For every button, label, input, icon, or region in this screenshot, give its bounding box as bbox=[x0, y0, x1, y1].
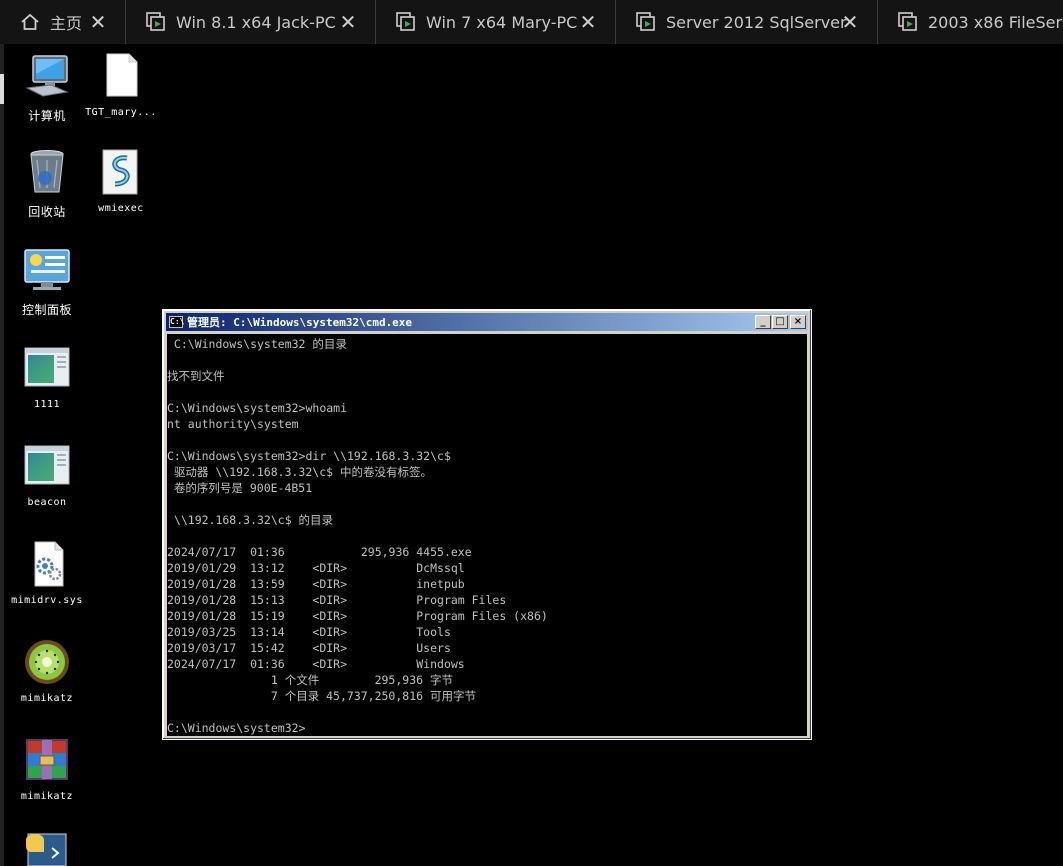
console-output[interactable]: C:\Windows\system32 的目录 找不到文件 C:\Windows\s… bbox=[167, 334, 807, 736]
console-line: C:\Windows\system32> bbox=[167, 721, 306, 735]
console-text: C:\Windows\system32 的目录 找不到文件 C:\Windows\s… bbox=[167, 334, 807, 736]
console-line: 2024/07/17 01:36 <DIR> Windows bbox=[167, 657, 465, 671]
desktop-icon-label: wmiexec bbox=[98, 203, 144, 214]
console-line: 2019/01/28 15:13 <DIR> Program Files bbox=[167, 593, 507, 607]
desktop-left-edge bbox=[0, 44, 4, 866]
home-icon bbox=[21, 13, 39, 30]
console-line: nt authority\system bbox=[167, 417, 299, 431]
exe-window-icon bbox=[24, 445, 70, 485]
tab-bar: 主页 ✕ Win 8.1 x64 Jack-PC ✕ Win 7 x64 Mar… bbox=[0, 0, 1063, 44]
file-icon bbox=[106, 53, 138, 97]
computer-icon bbox=[25, 55, 69, 97]
control-panel-icon bbox=[24, 249, 70, 290]
desktop-icon-beacon[interactable]: beacon bbox=[7, 442, 87, 508]
tab-jack-pc[interactable]: Win 8.1 x64 Jack-PC ✕ bbox=[126, 0, 376, 44]
tab-fileserver[interactable]: 2003 x86 FileServer bbox=[878, 0, 1063, 44]
desktop-icon-control-panel[interactable]: 控制面板 bbox=[7, 246, 87, 318]
desktop-icon-label: 1111 bbox=[33, 399, 61, 410]
tab-label: Server 2012 SqlServer bbox=[666, 12, 847, 32]
maximize-button[interactable]: □ bbox=[772, 315, 788, 329]
console-line: C:\Windows\system32>dir \\192.168.3.32\c… bbox=[167, 449, 451, 463]
console-line: 2019/03/17 15:42 <DIR> Users bbox=[167, 641, 451, 655]
desktop-icon-label: 控制面板 bbox=[21, 303, 72, 317]
vm-icon bbox=[636, 12, 655, 31]
vm-icon bbox=[396, 12, 415, 31]
desktop-icon-1111[interactable]: 1111 bbox=[7, 344, 87, 410]
cmd-window[interactable]: C:\ 管理员: C:\Windows\system32\cmd.exe _ □… bbox=[162, 309, 812, 740]
console-line: 卷的序列号是 900E-4B51 bbox=[167, 481, 313, 495]
tab-home[interactable]: 主页 ✕ bbox=[0, 0, 126, 44]
desktop-icon-label: mimikatz bbox=[20, 693, 74, 704]
exe-window-icon bbox=[24, 347, 70, 387]
kiwi-icon bbox=[25, 640, 69, 684]
tab-label: 主页 bbox=[50, 14, 83, 33]
tab-label: Win 7 x64 Mary-PC bbox=[426, 12, 578, 32]
desktop-icon-label: beacon bbox=[27, 497, 67, 508]
close-icon[interactable]: ✕ bbox=[337, 11, 359, 33]
recycle-bin-icon bbox=[30, 150, 64, 193]
desktop-icon-label: 回收站 bbox=[28, 205, 66, 219]
cmd-icon: C:\ bbox=[169, 316, 185, 328]
tab-mary-pc[interactable]: Win 7 x64 Mary-PC ✕ bbox=[376, 0, 616, 44]
edge-handle bbox=[0, 74, 4, 104]
cmd-title: 管理员: C:\Windows\system32\cmd.exe bbox=[187, 316, 413, 329]
system-file-icon bbox=[34, 541, 64, 587]
minimize-button[interactable]: _ bbox=[755, 315, 771, 329]
console-line: C:\Windows\system32>whoami bbox=[167, 401, 348, 415]
desktop-icon-label: TGT_mary... bbox=[85, 107, 157, 118]
desktop-icon-mimikatz-archive[interactable]: mimikatz bbox=[7, 736, 87, 802]
console-line: 驱动器 \\192.168.3.32\c$ 中的卷没有标签。 bbox=[167, 465, 432, 479]
console-line: 2019/01/29 13:12 <DIR> DcMssql bbox=[167, 561, 465, 575]
console-line: 找不到文件 bbox=[167, 369, 225, 383]
close-icon[interactable]: ✕ bbox=[839, 11, 861, 33]
vm-icon bbox=[898, 12, 917, 31]
console-line: 2019/03/25 13:14 <DIR> Tools bbox=[167, 625, 451, 639]
desktop-icon-recycle-bin[interactable]: 回收站 bbox=[7, 148, 87, 220]
python-shell-icon[interactable] bbox=[22, 830, 70, 866]
close-icon[interactable]: ✕ bbox=[87, 11, 109, 33]
close-button[interactable]: × bbox=[790, 315, 806, 329]
close-icon[interactable]: ✕ bbox=[577, 11, 599, 33]
vm-icon bbox=[146, 12, 165, 31]
tab-label: 2003 x86 FileServer bbox=[928, 12, 1063, 32]
tab-sqlserver[interactable]: Server 2012 SqlServer ✕ bbox=[616, 0, 878, 44]
desktop-icon-label: 计算机 bbox=[28, 109, 66, 123]
desktop-icon-mimikatz-exe[interactable]: mimikatz bbox=[7, 638, 87, 704]
console-line: 2019/01/28 13:59 <DIR> inetpub bbox=[167, 577, 465, 591]
tab-label: Win 8.1 x64 Jack-PC bbox=[176, 12, 336, 32]
desktop-icon-label: mimidrv.sys bbox=[11, 595, 83, 606]
cmd-titlebar[interactable]: C:\ 管理员: C:\Windows\system32\cmd.exe _ □… bbox=[166, 313, 808, 331]
console-line: \\192.168.3.32\c$ 的目录 bbox=[167, 513, 334, 527]
desktop-icon-mimidrv[interactable]: mimidrv.sys bbox=[7, 540, 87, 606]
console-line: 1 个文件 295,936 字节 bbox=[167, 673, 453, 687]
console-line: 2024/07/17 01:36 295,936 4455.exe bbox=[167, 545, 472, 559]
desktop-icon-label: mimikatz bbox=[20, 791, 74, 802]
winrar-archive-icon bbox=[26, 739, 68, 780]
console-line: 2019/01/28 15:19 <DIR> Program Files (x8… bbox=[167, 609, 548, 623]
console-line: C:\Windows\system32 的目录 bbox=[167, 337, 347, 351]
desktop-icon-tgt-file[interactable]: TGT_mary... bbox=[81, 52, 161, 118]
console-line: 7 个目录 45,737,250,816 可用字节 bbox=[167, 689, 476, 703]
desktop-icon-wmiexec[interactable]: wmiexec bbox=[81, 148, 161, 214]
script-icon bbox=[102, 149, 138, 195]
desktop-icon-computer[interactable]: 计算机 bbox=[7, 52, 87, 124]
